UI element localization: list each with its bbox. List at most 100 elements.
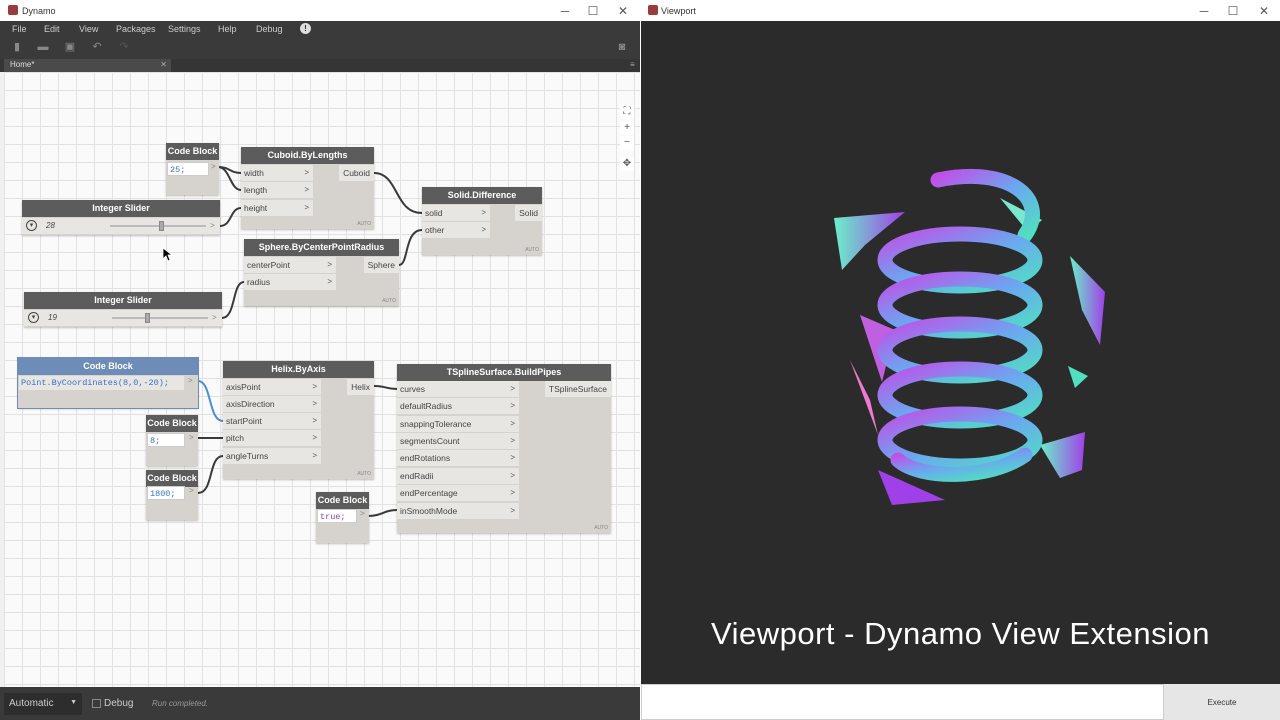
input-port-snappingtolerance[interactable]: snappingTolerance > xyxy=(397,416,519,432)
viewport-input-field[interactable] xyxy=(641,684,1164,720)
input-port-length[interactable]: length > xyxy=(241,182,313,198)
slider-body: ▾ 28 > xyxy=(22,218,220,234)
node-title: Helix.ByAxis xyxy=(223,361,374,378)
code-block-node[interactable]: Code Block true; > xyxy=(316,492,369,543)
port-label: radius xyxy=(247,277,271,287)
run-mode-select[interactable]: Automatic ▼ xyxy=(4,693,82,715)
input-port-startpoint[interactable]: startPoint > xyxy=(223,413,321,429)
maximize-icon[interactable]: ☐ xyxy=(578,0,608,21)
sphere-bycenterpointradius-node[interactable]: Sphere.ByCenterPointRadius centerPoint > … xyxy=(244,239,399,306)
slider-track[interactable] xyxy=(110,225,206,227)
cuboid-bylengths-node[interactable]: Cuboid.ByLengths width > length > height > … xyxy=(241,147,374,229)
code-block-value[interactable]: true; xyxy=(317,509,357,523)
input-port-endrotations[interactable]: endRotations > xyxy=(397,450,519,466)
menu-help[interactable]: Help xyxy=(218,24,237,34)
pan-icon[interactable]: ✥ xyxy=(620,157,634,171)
slider-value: 28 xyxy=(46,221,55,230)
debug-label: Debug xyxy=(104,698,134,709)
menu-settings[interactable]: Settings xyxy=(168,24,201,34)
tab-home-label: Home* xyxy=(10,60,35,69)
code-block-node[interactable]: Code Block 1800; > xyxy=(146,470,198,520)
input-port-angleturns[interactable]: angleTurns > xyxy=(223,448,321,464)
redo-icon[interactable]: ↷ xyxy=(118,41,130,53)
output-port-icon[interactable]: > xyxy=(211,162,216,171)
menu-packages[interactable]: Packages xyxy=(116,24,156,34)
output-port-icon[interactable]: > xyxy=(188,376,193,385)
close-icon[interactable]: ✕ xyxy=(1249,0,1279,21)
code-block-value[interactable]: 25; xyxy=(167,162,209,176)
tab-menu-icon[interactable]: ≡ xyxy=(630,60,635,69)
slider-thumb[interactable] xyxy=(159,221,164,231)
dynamo-logo-icon xyxy=(8,5,18,15)
input-port-radius[interactable]: radius > xyxy=(244,274,336,290)
port-label: startPoint xyxy=(226,416,262,426)
maximize-icon[interactable]: ☐ xyxy=(1218,0,1248,21)
slider-expand-icon[interactable]: ▾ xyxy=(26,220,37,231)
code-block-value[interactable]: 1800; xyxy=(147,486,185,500)
menu-edit[interactable]: Edit xyxy=(44,24,60,34)
undo-icon[interactable]: ↶ xyxy=(91,41,103,53)
tab-home[interactable]: Home* ✕ xyxy=(4,59,171,72)
solid-difference-node[interactable]: Solid.Difference solid > other > Solid AUT… xyxy=(422,187,542,255)
output-port-icon[interactable]: > xyxy=(189,486,194,495)
zoom-fit-icon[interactable]: ⛶ xyxy=(620,105,634,119)
output-port-sphere[interactable]: Sphere xyxy=(363,257,399,273)
input-port-axisdirection[interactable]: axisDirection > xyxy=(223,396,321,412)
input-port-defaultradius[interactable]: defaultRadius > xyxy=(397,398,519,414)
menu-view[interactable]: View xyxy=(79,24,98,34)
graph-canvas[interactable]: ⛶ + − ✥ Code Block 25; > Cuboid.ByLength… xyxy=(4,72,640,687)
new-file-icon[interactable]: ▮ xyxy=(11,41,23,53)
integer-slider-node[interactable]: Integer Slider ▾ 28 > xyxy=(22,200,220,235)
input-port-centerpoint[interactable]: centerPoint > xyxy=(244,257,336,273)
minimize-icon[interactable]: ─ xyxy=(1189,0,1219,21)
port-label: endRadii xyxy=(400,471,434,481)
wire-slider1-height xyxy=(219,207,242,227)
input-port-pitch[interactable]: pitch > xyxy=(223,430,321,446)
open-file-icon[interactable]: ▬ xyxy=(37,41,49,53)
slider-thumb[interactable] xyxy=(145,313,150,323)
code-block-node[interactable]: Code Block Point.ByCoordinates(8,0,-20);… xyxy=(17,357,199,409)
input-port-solid[interactable]: solid > xyxy=(422,205,490,221)
execute-button[interactable]: Execute xyxy=(1164,684,1280,720)
viewport-caption: Viewport - Dynamo View Extension xyxy=(710,616,1211,651)
screenshot-camera-icon[interactable]: ◙ xyxy=(614,41,630,53)
zoom-out-icon[interactable]: − xyxy=(620,136,634,150)
helix-byaxis-node[interactable]: Helix.ByAxis axisPoint > axisDirection > s… xyxy=(223,361,374,479)
tsplinesurface-buildpipes-node[interactable]: TSplineSurface.BuildPipes curves > defaul… xyxy=(397,364,611,533)
output-port-icon[interactable]: > xyxy=(212,313,217,322)
output-port-helix[interactable]: Helix xyxy=(347,379,374,395)
save-icon[interactable]: ▣ xyxy=(64,41,76,53)
output-port-icon[interactable]: > xyxy=(360,509,365,518)
input-port-curves[interactable]: curves > xyxy=(397,381,519,397)
tab-close-icon[interactable]: ✕ xyxy=(160,60,167,69)
output-port-cuboid[interactable]: Cuboid xyxy=(339,165,374,181)
code-block-value[interactable]: 8; xyxy=(147,433,185,447)
slider-track[interactable] xyxy=(112,317,208,319)
input-port-segmentscount[interactable]: segmentsCount > xyxy=(397,433,519,449)
close-icon[interactable]: ✕ xyxy=(608,0,638,21)
input-port-insmoothmode[interactable]: inSmoothMode > xyxy=(397,503,519,519)
minimize-icon[interactable]: ─ xyxy=(550,0,580,21)
output-port-icon[interactable]: > xyxy=(210,221,215,230)
input-port-height[interactable]: height > xyxy=(241,200,313,216)
port-label: endRotations xyxy=(400,453,451,463)
code-block-value[interactable]: Point.ByCoordinates(8,0,-20); xyxy=(19,376,184,390)
zoom-in-icon[interactable]: + xyxy=(620,121,634,135)
output-port-icon[interactable]: > xyxy=(189,433,194,442)
code-block-node[interactable]: Code Block 8; > xyxy=(146,415,198,466)
integer-slider-node[interactable]: Integer Slider ▾ 19 > xyxy=(24,292,222,327)
code-block-node[interactable]: Code Block 25; > xyxy=(166,143,219,195)
node-title: Solid.Difference xyxy=(422,187,542,204)
menu-file[interactable]: File xyxy=(12,24,27,34)
input-port-axispoint[interactable]: axisPoint > xyxy=(223,379,321,395)
menu-debug[interactable]: Debug xyxy=(256,24,283,34)
output-port-solid[interactable]: Solid xyxy=(515,205,542,221)
input-port-endradii[interactable]: endRadii > xyxy=(397,468,519,484)
input-port-endpercentage[interactable]: endPercentage > xyxy=(397,485,519,501)
input-port-width[interactable]: width > xyxy=(241,165,313,181)
slider-expand-icon[interactable]: ▾ xyxy=(28,312,39,323)
notification-icon[interactable]: ! xyxy=(300,23,311,34)
output-port-tsplinesurface[interactable]: TSplineSurface xyxy=(544,381,611,397)
input-port-other[interactable]: other > xyxy=(422,222,490,238)
debug-checkbox[interactable] xyxy=(92,699,101,708)
